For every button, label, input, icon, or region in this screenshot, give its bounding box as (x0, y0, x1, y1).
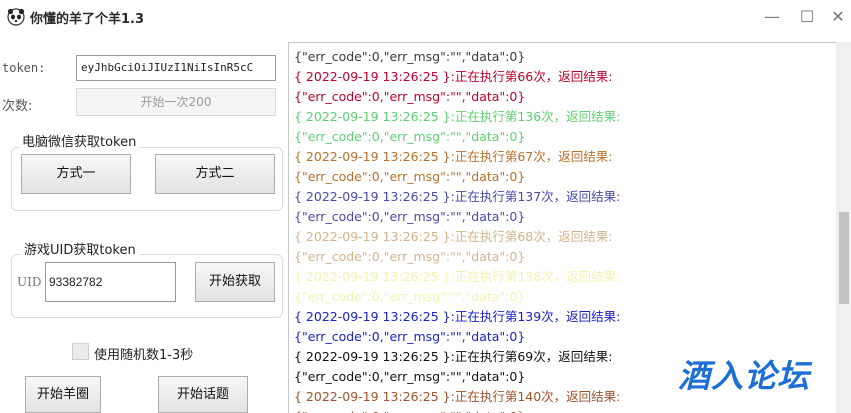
method-two-button[interactable]: 方式二 (155, 154, 275, 194)
log-line: { 2022-09-19 13:26:25 }:正在执行第67次，返回结果: (294, 149, 613, 164)
start-sheep-button[interactable]: 开始羊圈 (25, 376, 101, 413)
random-delay-checkbox[interactable] (72, 343, 89, 360)
close-button[interactable]: ✕ (826, 6, 850, 28)
maximize-button[interactable]: ☐ (795, 6, 819, 28)
log-line: { 2022-09-19 13:26:25 }:正在执行第138次，返回结果: (294, 269, 621, 284)
log-line: {"err_code":0,"err_msg":"","data":0} (294, 209, 526, 224)
panda-icon (7, 8, 25, 26)
log-line: {"err_code":0,"err_msg":"","data":0} (294, 329, 526, 344)
log-line: { 2022-09-19 13:26:25 }:正在执行第66次，返回结果: (294, 69, 613, 84)
log-line: { 2022-09-19 13:26:25 }:正在执行第136次，返回结果: (294, 109, 621, 124)
title-bar: 你懂的羊了个羊1.3 — ☐ ✕ (0, 0, 851, 34)
log-line: {"err_code":0,"err_msg":"","data":0} (294, 49, 526, 64)
log-line: {"err_code":0,"err_msg":"","data":0} (294, 369, 526, 384)
log-line: { 2022-09-19 13:26:25 }:正在执行第68次，返回结果: (294, 229, 613, 244)
log-line: {"err_code":0,"err_msg":"","data":0} (294, 289, 526, 304)
log-line: {"err_code":0,"err_msg":"","data":0} (294, 129, 526, 144)
window-title: 你懂的羊了个羊1.3 (30, 12, 145, 27)
count-field[interactable]: 开始一次200 (76, 88, 276, 116)
fetch-token-button[interactable]: 开始获取 (195, 262, 275, 302)
log-scrollbar[interactable] (836, 42, 851, 413)
log-line: { 2022-09-19 13:26:25 }:正在执行第137次，返回结果: (294, 189, 621, 204)
token-label: token: (2, 61, 46, 75)
scroll-thumb[interactable] (839, 212, 849, 304)
log-line: { 2022-09-19 13:26:25 }:正在执行第69次，返回结果: (294, 349, 613, 364)
pc-wechat-group-title: 电脑微信获取token (19, 131, 140, 150)
log-line: {"err_code":0,"err_msg":"","data":0} (294, 169, 526, 184)
count-label: 次数: (2, 99, 33, 114)
game-uid-group-title: 游戏UID获取token (21, 239, 139, 258)
log-line: { 2022-09-19 13:26:25 }:正在执行第140次，返回结果: (294, 389, 621, 404)
minimize-button[interactable]: — (760, 6, 784, 28)
token-field[interactable]: eyJhbGciOiJIUzI1NiIsInR5cC (76, 55, 276, 81)
start-topic-button[interactable]: 开始话题 (158, 376, 248, 413)
random-delay-label: 使用随机数1-3秒 (94, 348, 194, 363)
uid-label: UID (17, 275, 42, 289)
log-line: { 2022-09-19 13:26:25 }:正在执行第139次，返回结果: (294, 309, 621, 324)
log-line: {"err_code":0,"err_msg":"","data":0} (294, 407, 525, 413)
method-one-button[interactable]: 方式一 (21, 154, 131, 194)
uid-field[interactable]: 93382782 (45, 262, 176, 302)
log-line: {"err_code":0,"err_msg":"","data":0} (294, 249, 526, 264)
log-line: {"err_code":0,"err_msg":"","data":0} (294, 89, 526, 104)
watermark: 酒入论坛 (678, 357, 811, 395)
